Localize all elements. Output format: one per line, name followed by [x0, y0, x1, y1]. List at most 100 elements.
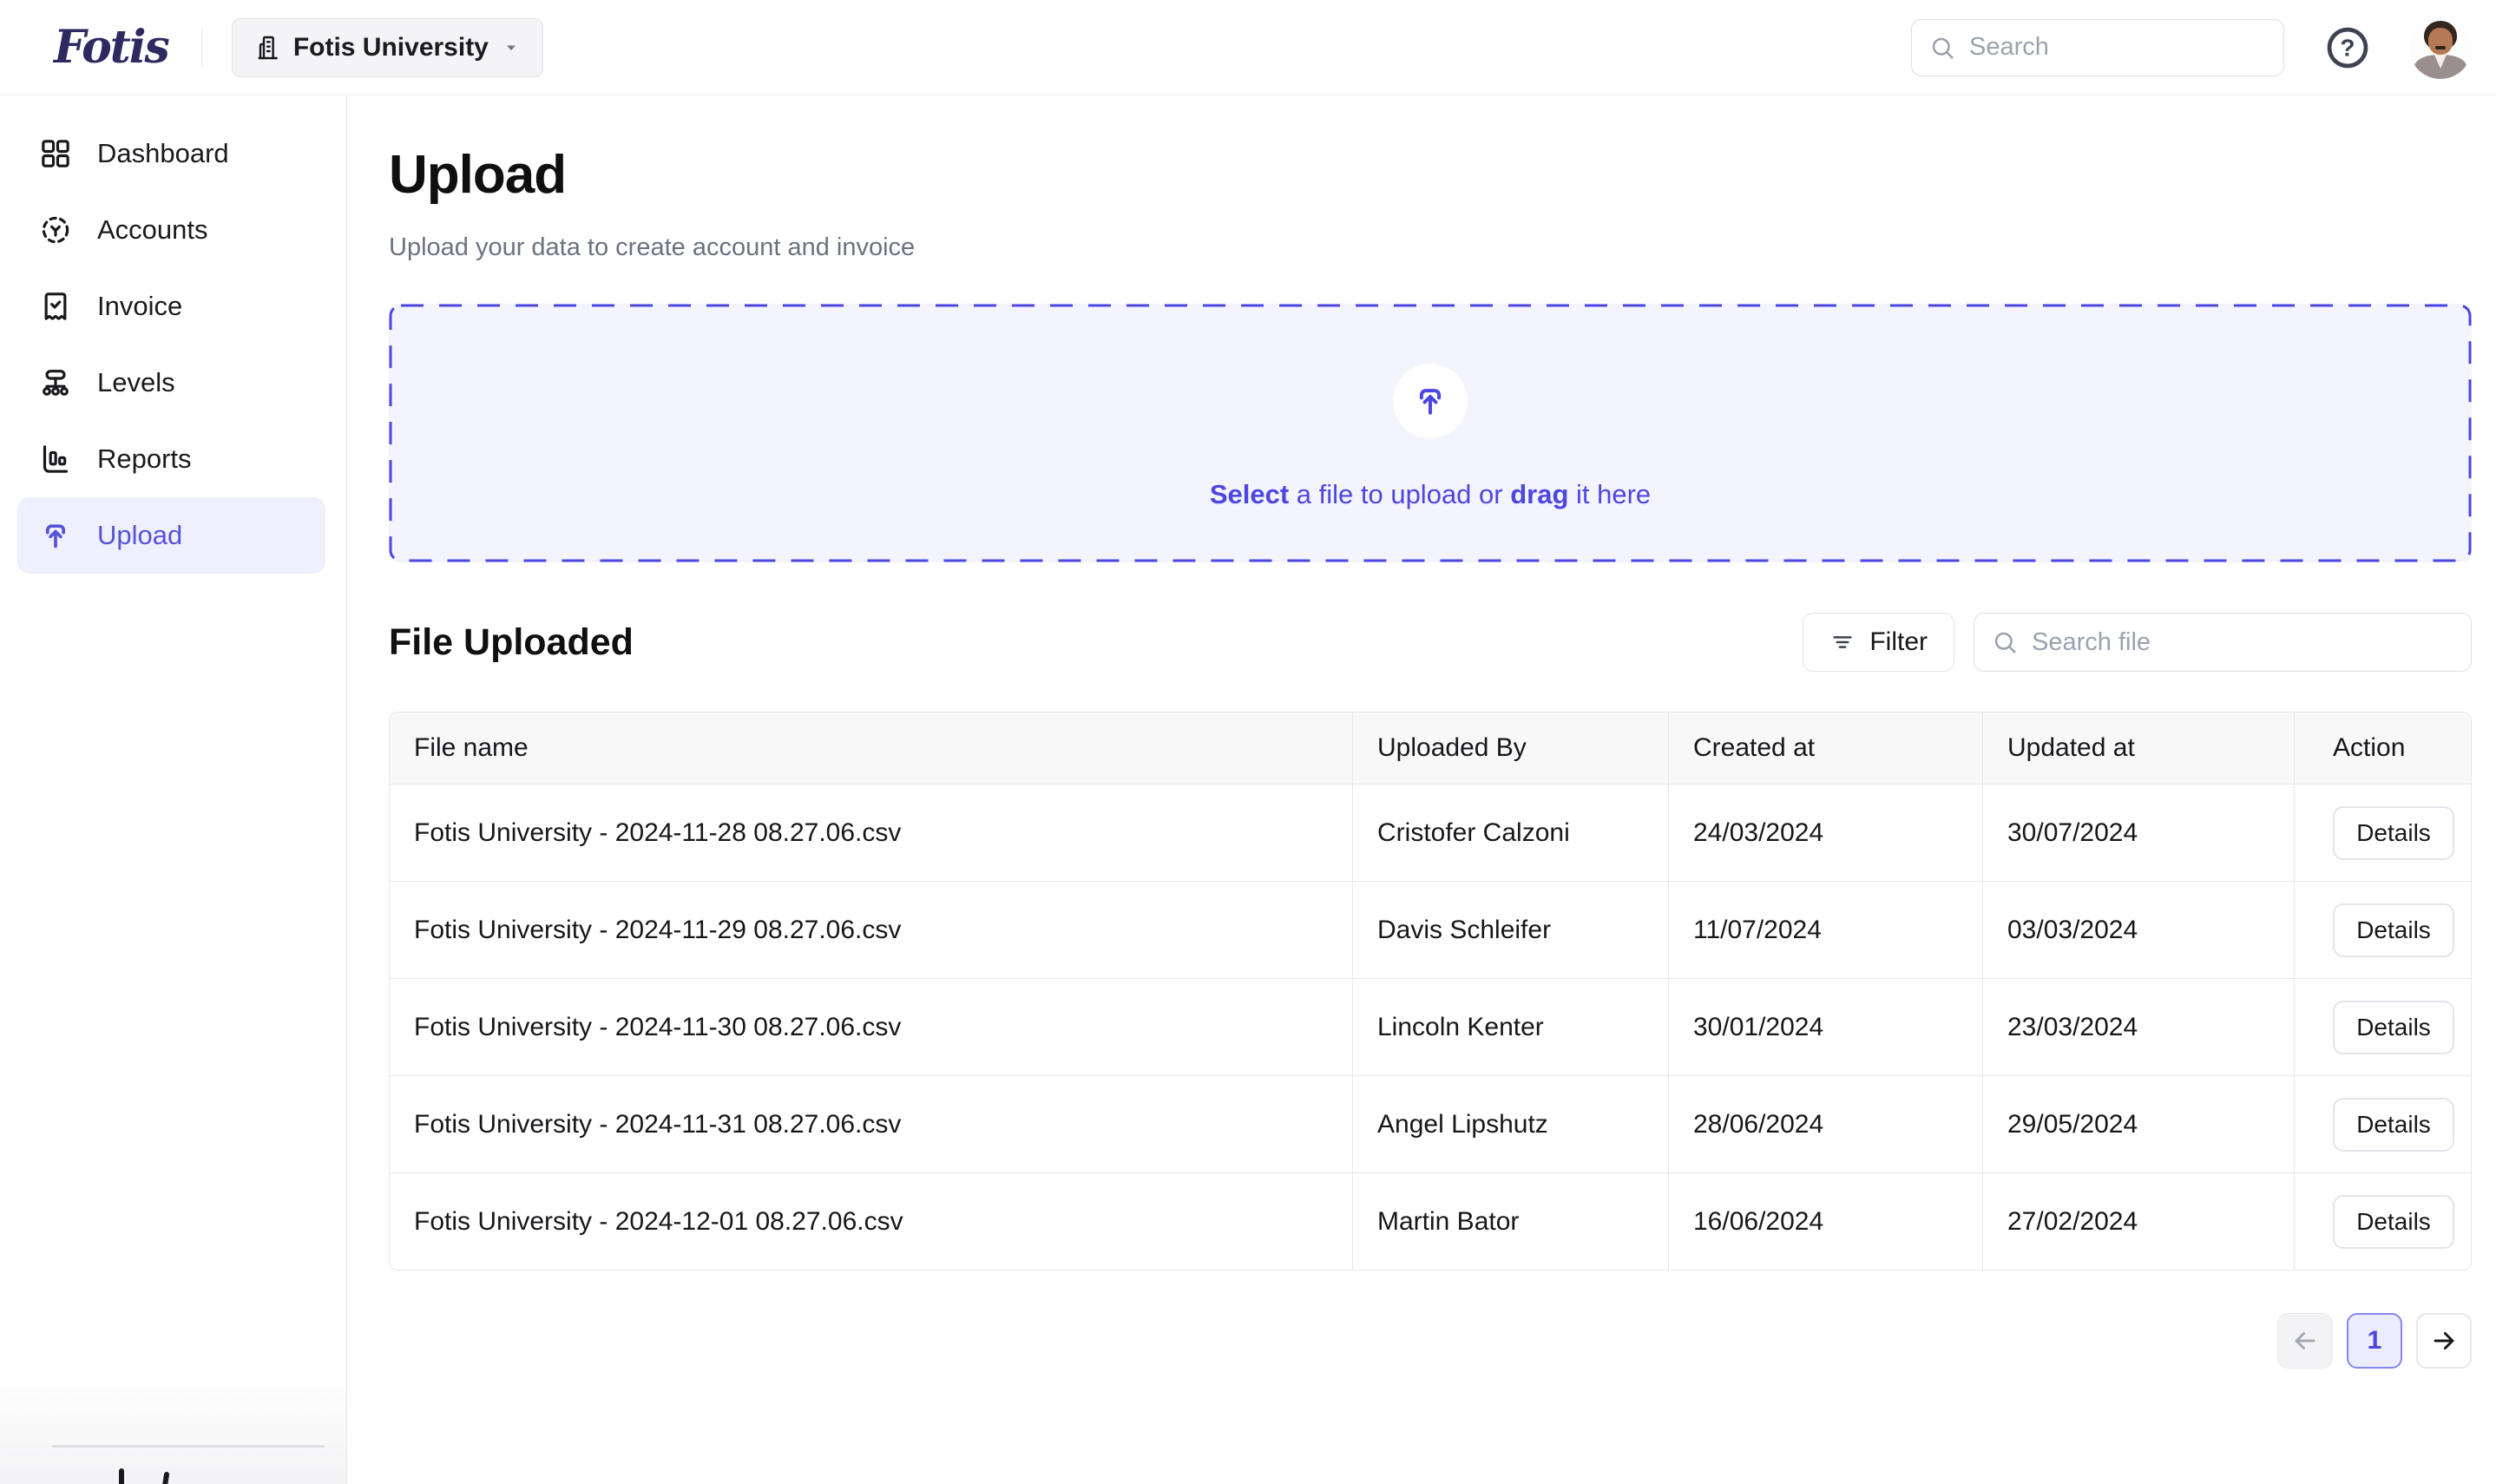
cell-created-at: 16/06/2024 [1668, 1173, 1982, 1270]
column-header-action: Action [2294, 712, 2471, 784]
cell-created-at: 30/01/2024 [1668, 979, 1982, 1075]
cell-action: Details [2294, 882, 2471, 978]
top-bar: Fotis Fotis University [0, 0, 2496, 95]
dropzone-select-word: Select [1210, 479, 1289, 509]
dropzone-drag-word: drag [1510, 479, 1568, 509]
cell-uploaded-by: Davis Schleifer [1352, 882, 1668, 978]
question-mark-glyph: ? [2340, 34, 2355, 61]
sidebar-nav: Dashboard Accounts [0, 95, 346, 574]
sidebar-item-label: Reports [97, 443, 192, 475]
table-body: Fotis University - 2024-11-28 08.27.06.c… [390, 784, 2471, 1270]
arrow-left-icon [2290, 1326, 2320, 1356]
filter-button[interactable]: Filter [1803, 613, 1954, 672]
cell-updated-at: 27/02/2024 [1982, 1173, 2294, 1270]
global-search-input[interactable] [1969, 33, 2266, 62]
cell-action: Details [2294, 1076, 2471, 1172]
cell-uploaded-by: Lincoln Kenter [1352, 979, 1668, 1075]
details-button[interactable]: Details [2333, 1195, 2454, 1249]
chevron-down-icon [501, 37, 522, 58]
sidebar-item-label: Dashboard [97, 138, 229, 169]
sidebar: Dashboard Accounts [0, 95, 347, 1484]
cell-created-at: 11/07/2024 [1668, 882, 1982, 978]
cell-updated-at: 03/03/2024 [1982, 882, 2294, 978]
cell-updated-at: 23/03/2024 [1982, 979, 2294, 1075]
table-row: Fotis University - 2024-11-28 08.27.06.c… [390, 784, 2471, 881]
sidebar-item-invoice[interactable]: Invoice [17, 268, 325, 345]
cell-created-at: 28/06/2024 [1668, 1076, 1982, 1172]
files-section-header: File Uploaded Filter [389, 613, 2472, 672]
cell-file-name: Fotis University - 2024-11-31 08.27.06.c… [390, 1076, 1352, 1172]
pagination-page-1[interactable]: 1 [2347, 1313, 2402, 1369]
column-header-created-at: Created at [1668, 712, 1982, 784]
cell-created-at: 24/03/2024 [1668, 785, 1982, 881]
sidebar-footer-divider [52, 1445, 325, 1448]
sidebar-item-upload[interactable]: Upload [17, 497, 325, 574]
dashboard-grid-icon [38, 136, 73, 171]
file-dropzone[interactable]: Select a file to upload or drag it here [389, 304, 2472, 562]
table-row: Fotis University - 2024-11-31 08.27.06.c… [390, 1075, 2471, 1172]
file-search[interactable] [1974, 613, 2472, 672]
table-row: Fotis University - 2024-11-29 08.27.06.c… [390, 881, 2471, 978]
cell-updated-at: 29/05/2024 [1982, 1076, 2294, 1172]
file-search-input[interactable] [2032, 628, 2453, 657]
app-window: Fotis Fotis University [0, 0, 2496, 1484]
upload-arrow-icon [1411, 382, 1449, 420]
column-header-uploaded-by: Uploaded By [1352, 712, 1668, 784]
cell-uploaded-by: Cristofer Calzoni [1352, 785, 1668, 881]
help-button[interactable]: ? [2324, 24, 2371, 71]
sidebar-item-label: Accounts [97, 214, 208, 246]
details-button[interactable]: Details [2333, 806, 2454, 860]
page-title: Upload [389, 144, 2472, 206]
column-header-updated-at: Updated at [1982, 712, 2294, 784]
sidebar-item-dashboard[interactable]: Dashboard [17, 115, 325, 192]
cell-file-name: Fotis University - 2024-11-29 08.27.06.c… [390, 882, 1352, 978]
pagination: 1 [389, 1313, 2472, 1369]
filter-lines-icon [1829, 629, 1856, 655]
column-header-file-name: File name [390, 712, 1352, 784]
dropzone-instruction: Select a file to upload or drag it here [389, 479, 2472, 510]
sidebar-item-levels[interactable]: Levels [17, 345, 325, 421]
sidebar-item-label: Upload [97, 520, 182, 551]
cell-file-name: Fotis University - 2024-11-28 08.27.06.c… [390, 785, 1352, 881]
files-controls: Filter [1803, 613, 2472, 672]
table-row: Fotis University - 2024-11-30 08.27.06.c… [390, 978, 2471, 1075]
cell-action: Details [2294, 785, 2471, 881]
main-content: Upload Upload your data to create accoun… [347, 95, 2496, 1484]
topbar-right: ? [1911, 16, 2472, 79]
cell-updated-at: 30/07/2024 [1982, 785, 2294, 881]
search-icon [1929, 35, 1955, 61]
pagination-prev-button[interactable] [2277, 1313, 2333, 1369]
sidebar-item-label: Levels [97, 367, 175, 398]
reports-chart-icon [38, 442, 73, 476]
details-button[interactable]: Details [2333, 1001, 2454, 1054]
accounts-scan-icon [38, 213, 73, 247]
sidebar-item-reports[interactable]: Reports [17, 421, 325, 497]
global-search[interactable] [1911, 19, 2284, 76]
cell-action: Details [2294, 1173, 2471, 1270]
cell-file-name: Fotis University - 2024-12-01 08.27.06.c… [390, 1173, 1352, 1270]
building-icon [253, 34, 281, 62]
clipped-partial-icon [109, 1468, 187, 1484]
invoice-receipt-icon [38, 289, 73, 324]
org-switcher-button[interactable]: Fotis University [232, 18, 543, 77]
details-button[interactable]: Details [2333, 1098, 2454, 1152]
topbar-divider [201, 29, 202, 67]
dropzone-upload-badge [1393, 364, 1468, 438]
upload-arrow-icon [38, 518, 73, 553]
page-subtitle: Upload your data to create account and i… [389, 233, 2472, 262]
table-header-row: File name Uploaded By Created at Updated… [390, 712, 2471, 784]
org-switcher-label: Fotis University [293, 33, 489, 62]
details-button[interactable]: Details [2333, 903, 2454, 957]
user-avatar[interactable] [2409, 16, 2472, 79]
cell-uploaded-by: Martin Bator [1352, 1173, 1668, 1270]
files-section-title: File Uploaded [389, 621, 634, 664]
cell-uploaded-by: Angel Lipshutz [1352, 1076, 1668, 1172]
filter-button-label: Filter [1869, 627, 1928, 657]
cell-file-name: Fotis University - 2024-11-30 08.27.06.c… [390, 979, 1352, 1075]
arrow-right-icon [2429, 1326, 2459, 1356]
pagination-next-button[interactable] [2416, 1313, 2472, 1369]
table-row: Fotis University - 2024-12-01 08.27.06.c… [390, 1172, 2471, 1270]
sidebar-item-accounts[interactable]: Accounts [17, 192, 325, 268]
levels-orgchart-icon [38, 365, 73, 400]
uploaded-files-table: File name Uploaded By Created at Updated… [389, 712, 2472, 1271]
